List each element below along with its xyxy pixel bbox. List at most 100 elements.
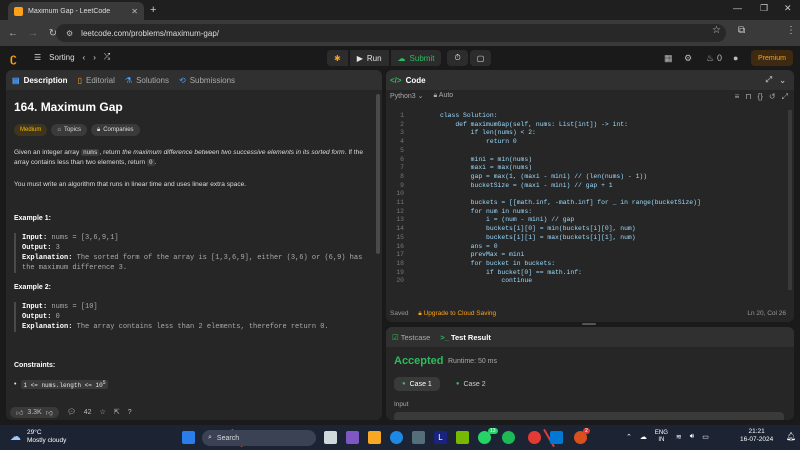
onedrive-icon[interactable]: ☁ [640, 433, 647, 441]
prev-problem-icon[interactable]: ‹ [83, 53, 86, 62]
system-tray: ⌃ ☁ ENG IN ≋ 🔊︎ ▭ [626, 430, 709, 444]
language-indicator[interactable]: ENG IN [655, 430, 668, 444]
description-scrollbar[interactable] [376, 94, 380, 254]
language-label: Python3 [390, 93, 416, 100]
code-editor[interactable]: 1 class Solution: 2 def maximumGap(self, n… [386, 110, 794, 298]
teams-icon[interactable] [346, 431, 359, 444]
next-problem-icon[interactable]: › [93, 53, 96, 62]
close-window-icon[interactable]: ✕ [784, 3, 792, 14]
tab-testcase[interactable]: ☑ Testcase [392, 333, 430, 342]
chrome-icon[interactable] [528, 431, 541, 444]
help-icon[interactable]: ? [128, 409, 132, 416]
back-icon[interactable]: ← [6, 28, 20, 39]
taskbar-clock[interactable]: 21:21 16-07-2024 [740, 428, 773, 444]
site-info-icon[interactable]: ⚙ [66, 29, 73, 38]
cloud-icon: ☁ [10, 431, 21, 443]
tab-editorial[interactable]: ▯ Editorial [78, 76, 115, 85]
braces-icon[interactable]: {} [758, 92, 763, 102]
test-panel: ☑ Testcase >_ Test Result Accepted Runti… [386, 327, 794, 420]
debug-button[interactable]: ✱ [327, 50, 348, 66]
comment-icon[interactable]: 💬︎ [67, 408, 76, 416]
explanation-label: Explanation: [22, 323, 73, 331]
tab-test-result[interactable]: >_ Test Result [440, 333, 491, 342]
notification-bell-icon[interactable]: 🔔︎ [786, 432, 796, 441]
tab-description[interactable]: ▤ Description [12, 76, 68, 85]
chrome-badge: 2 [583, 428, 590, 434]
streak-fire-icon[interactable]: ♨ [706, 53, 714, 64]
timer-button[interactable]: ⏱ [447, 50, 468, 66]
case-1-tab[interactable]: ● Case 1 [394, 377, 440, 391]
favorite-star-icon[interactable]: ☆ [100, 408, 106, 416]
browser-tab[interactable]: Maximum Gap - LeetCode ✕ [8, 2, 144, 20]
run-button[interactable]: ▶ Run [349, 50, 389, 66]
layout-icon[interactable]: ▦ [664, 53, 673, 64]
chrome-menu-icon[interactable]: ⋮ [786, 25, 796, 36]
line-number: 16 [396, 242, 404, 250]
url-bar[interactable]: ⚙ leetcode.com/problems/maximum-gap/ [56, 24, 726, 42]
spotify-icon[interactable] [502, 431, 515, 444]
extensions-icon[interactable]: ⧉ [738, 25, 745, 36]
forward-icon[interactable]: → [26, 28, 40, 39]
fullscreen-icon[interactable]: ⤢ [782, 92, 788, 102]
submit-button[interactable]: ☁ Submit [390, 50, 442, 66]
reset-icon[interactable]: ↺ [769, 92, 776, 102]
wifi-icon[interactable]: ≋ [676, 433, 682, 441]
taskbar-search[interactable]: ⌕ Search [202, 430, 316, 446]
premium-button[interactable]: Premium [751, 50, 793, 66]
thumbs-down-icon[interactable]: 👎︎ [46, 408, 53, 417]
weather-widget[interactable]: ☁ 29°C Mostly cloudy [10, 429, 66, 445]
panel-splitter[interactable] [582, 323, 596, 325]
task-view-icon[interactable] [324, 431, 337, 444]
upgrade-cloud-link[interactable]: 🔒︎ Upgrade to Cloud Saving [418, 310, 496, 317]
tab-description-label: Description [23, 75, 68, 85]
file-explorer-icon[interactable] [368, 431, 381, 444]
whatsapp-badge: 13 [488, 428, 498, 434]
tab-submissions[interactable]: ⟲ Submissions [179, 76, 235, 85]
settings-gear-icon[interactable]: ⚙ [684, 53, 692, 64]
collapse-panel-icon[interactable]: ⌄ [779, 76, 786, 85]
code-line: 14 buckets[i][0] = min(buckets[i][0], nu… [386, 225, 794, 234]
maximize-icon[interactable]: ❐ [760, 3, 768, 14]
tab-submissions-label: Submissions [189, 75, 236, 85]
editor-actions: ≡ ⊓ {} ↺ ⤢ [735, 92, 788, 102]
difficulty-badge: Medium [14, 124, 48, 136]
code-line: 20 continue [386, 277, 794, 286]
format-icon[interactable]: ≡ [735, 92, 740, 102]
edge-icon[interactable] [390, 431, 403, 444]
case-2-tab[interactable]: ● Case 2 [448, 377, 494, 391]
line-text: gap = max(1, (maxi - mini) // (len(nums)… [440, 172, 648, 180]
bookmark-star-icon[interactable]: ☆ [712, 25, 721, 36]
tab-solutions[interactable]: ⚗ Solutions [125, 76, 169, 85]
windows-start-icon[interactable] [182, 431, 195, 444]
topics-badge[interactable]: ⌂ Topics [51, 124, 87, 136]
language-select[interactable]: Python3 ⌄ [390, 92, 424, 100]
vscode-icon[interactable] [550, 431, 563, 444]
companies-badge[interactable]: 🔒︎ Companies [90, 124, 140, 136]
problem-badges: Medium ⌂ Topics 🔒︎ Companies [14, 124, 370, 136]
example-2-block: Input: nums = [10] Output: 0 Explanation… [14, 302, 364, 332]
minimize-icon[interactable]: — [733, 3, 742, 13]
output-label: Output: [22, 313, 52, 321]
app-l-icon[interactable]: L [434, 431, 447, 444]
user-avatar-icon[interactable]: ● [733, 53, 738, 63]
close-tab-icon[interactable]: ✕ [131, 7, 138, 16]
chevron-up-icon[interactable]: ⌃ [626, 433, 632, 441]
list-icon[interactable]: ☰ [34, 53, 41, 62]
volume-icon[interactable]: 🔊︎ [690, 433, 694, 441]
code-scrollbar[interactable] [788, 110, 792, 290]
shuffle-icon[interactable]: ⤮ [104, 52, 110, 62]
problem-list-label[interactable]: Sorting [49, 53, 74, 62]
pass-dot-icon: ● [402, 381, 406, 387]
leetcode-logo-icon[interactable]: ʗ [10, 52, 22, 64]
share-icon[interactable]: ⇱ [114, 408, 120, 416]
problem-title[interactable]: 164. Maximum Gap [14, 100, 370, 114]
auto-mode[interactable]: 🔒︎ Auto [434, 92, 454, 100]
maximize-panel-icon[interactable]: ⤢ [766, 75, 772, 85]
nvidia-icon[interactable] [456, 431, 469, 444]
new-tab-icon[interactable]: + [150, 4, 156, 16]
like-button[interactable]: 👍︎ 3.3K 👎︎ [10, 406, 59, 418]
battery-icon[interactable]: ▭ [702, 433, 709, 441]
store-icon[interactable] [412, 431, 425, 444]
bookmark-icon[interactable]: ⊓ [745, 92, 751, 102]
notes-button[interactable]: ▢ [469, 50, 492, 66]
